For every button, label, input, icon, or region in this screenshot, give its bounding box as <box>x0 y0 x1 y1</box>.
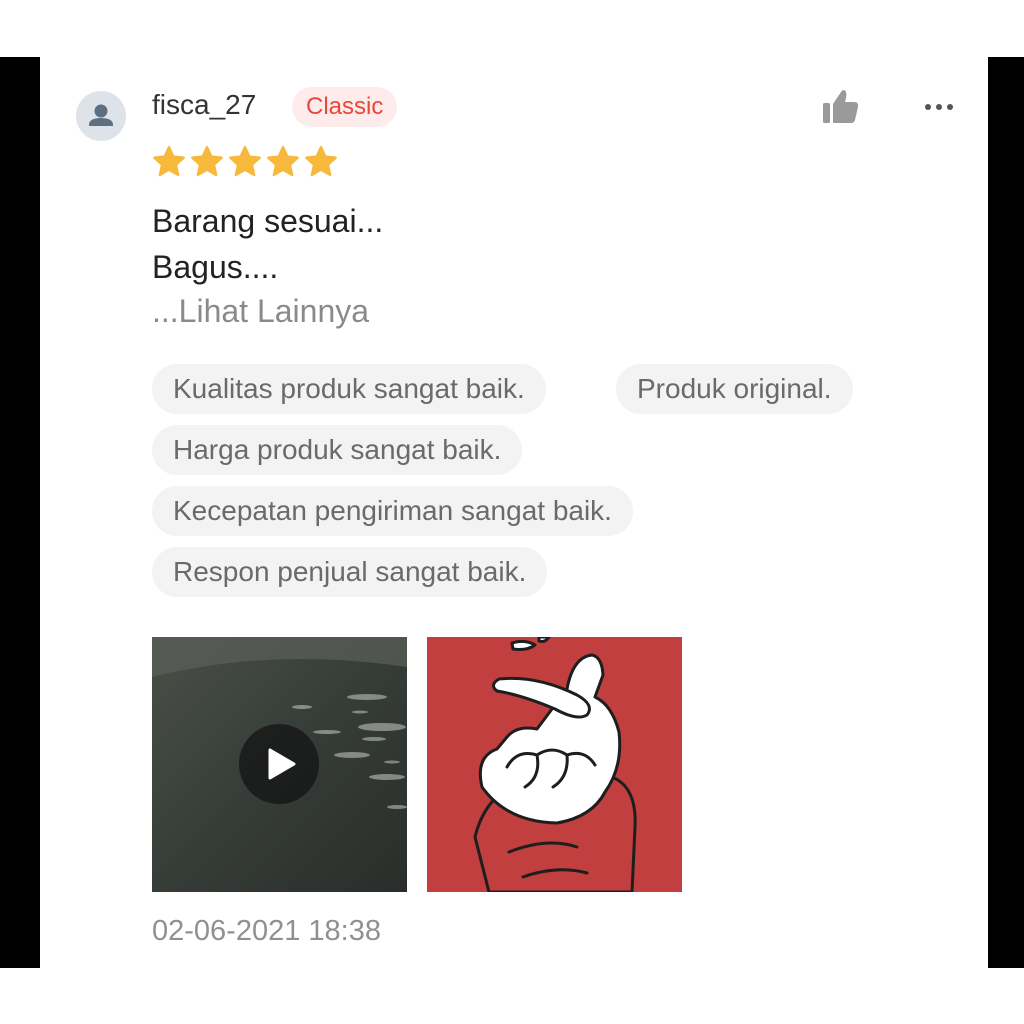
review-card: fisca_27 Classic Barang sesuai... Bagus.… <box>40 57 988 968</box>
star-icon <box>267 145 299 177</box>
play-icon[interactable] <box>239 724 319 804</box>
star-icon <box>229 145 261 177</box>
more-horizontal-icon[interactable] <box>920 89 958 125</box>
review-tag: Kualitas produk sangat baik. <box>152 364 546 414</box>
user-avatar-icon[interactable] <box>76 91 126 141</box>
review-tag: Harga produk sangat baik. <box>152 425 523 475</box>
star-icon <box>191 145 223 177</box>
review-text-line: Bagus.... <box>152 249 279 285</box>
reviewer-username[interactable]: fisca_27 <box>152 87 256 123</box>
see-more-link[interactable]: ...Lihat Lainnya <box>152 291 369 331</box>
review-image-thumbnail[interactable] <box>427 637 682 892</box>
review-tag: Respon penjual sangat baik. <box>152 547 548 597</box>
review-video-thumbnail[interactable] <box>152 637 407 892</box>
right-black-band <box>988 57 1024 968</box>
thumbs-up-icon[interactable] <box>820 87 864 127</box>
review-timestamp: 02-06-2021 18:38 <box>152 915 381 947</box>
review-tag: Produk original. <box>616 364 853 414</box>
membership-badge: Classic <box>292 87 398 127</box>
star-icon <box>153 145 185 177</box>
star-rating <box>150 143 340 183</box>
review-text-line: Barang sesuai... <box>152 203 384 239</box>
finger-heart-icon <box>427 637 682 892</box>
review-tag: Kecepatan pengiriman sangat baik. <box>152 486 633 536</box>
left-black-band <box>0 57 40 968</box>
star-icon <box>305 145 337 177</box>
